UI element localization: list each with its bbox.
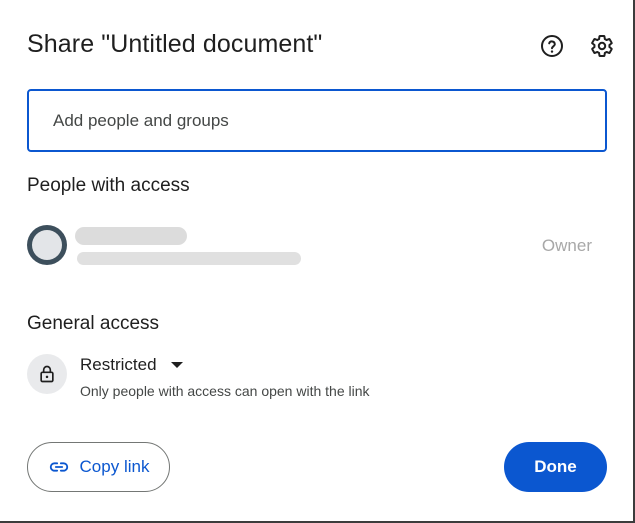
dialog-title: Share "Untitled document": [27, 30, 323, 58]
done-button[interactable]: Done: [504, 442, 607, 492]
lock-icon: [27, 354, 67, 394]
person-row: Owner: [27, 222, 607, 270]
link-icon: [48, 456, 70, 478]
help-button[interactable]: [537, 33, 567, 63]
share-dialog: Share "Untitled document" People with ac…: [0, 0, 635, 523]
general-access-row: Restricted Only people with access can o…: [27, 354, 607, 404]
role-label: Owner: [541, 236, 592, 255]
add-people-input[interactable]: [29, 91, 605, 150]
access-level-value: Restricted: [80, 355, 157, 374]
person-email-redacted: [77, 252, 301, 265]
copy-link-label: Copy link: [79, 457, 150, 476]
caret-down-icon: [170, 362, 183, 368]
access-level-dropdown[interactable]: Restricted: [80, 354, 183, 376]
help-circle-icon: [540, 34, 564, 63]
people-with-access-heading: People with access: [27, 175, 190, 196]
avatar: [27, 225, 67, 265]
add-people-field: [27, 89, 607, 152]
settings-button[interactable]: [587, 33, 617, 63]
access-description: Only people with access can open with th…: [80, 383, 370, 399]
person-name-redacted: [75, 227, 187, 245]
gear-icon: [590, 34, 614, 63]
general-access-heading: General access: [27, 313, 160, 334]
copy-link-button[interactable]: Copy link: [27, 442, 170, 492]
done-label: Done: [534, 457, 577, 476]
